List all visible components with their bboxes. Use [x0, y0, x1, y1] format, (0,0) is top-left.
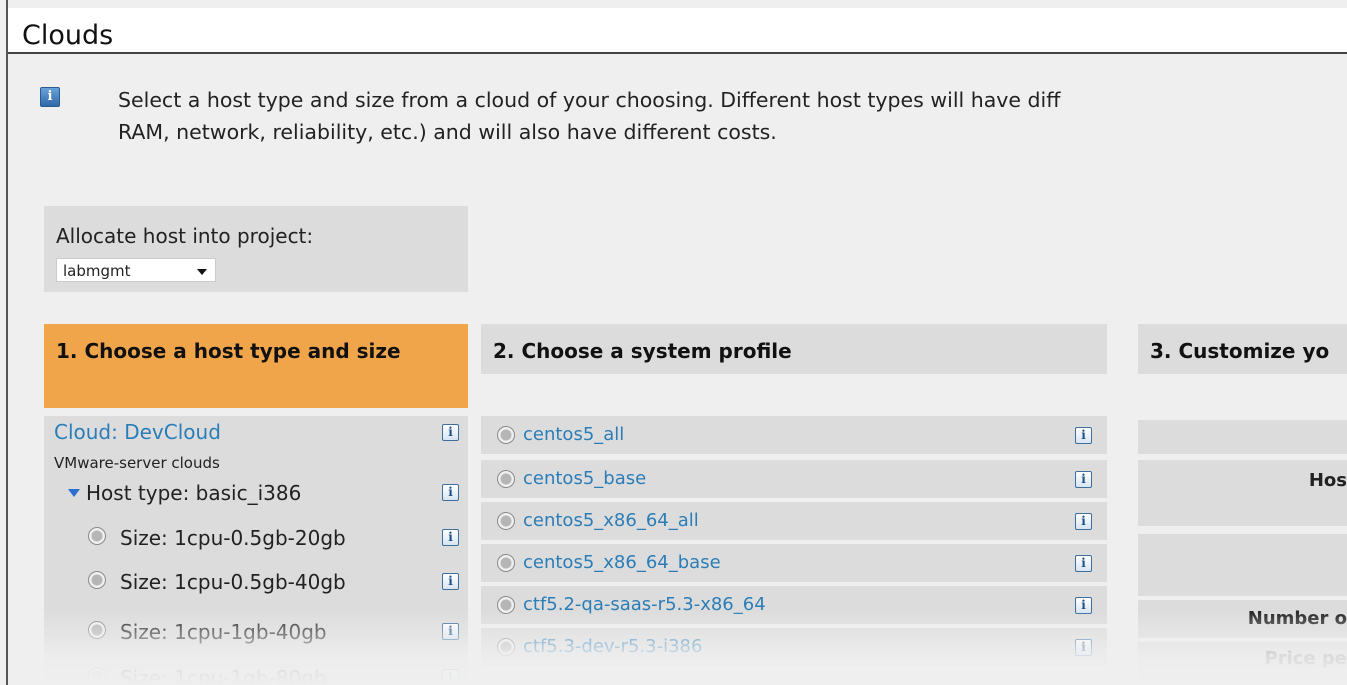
customize-row: Number o — [1138, 600, 1347, 638]
profile-label[interactable]: ctf5.2-qa-saas-r5.3-x86_64 — [523, 594, 766, 615]
host-label: Hos — [1308, 470, 1347, 491]
title-bar: Clouds — [8, 8, 1347, 54]
profile-option[interactable]: centos5_all i — [481, 416, 1107, 454]
size-option[interactable]: Size: 1cpu-1gb-40gb i — [88, 614, 459, 654]
size-option[interactable]: Size: 1cpu-0.5gb-20gb i — [88, 520, 459, 560]
info-text-line-2: RAM, network, reliability, etc.) and wil… — [118, 120, 777, 144]
window-border-left — [6, 0, 8, 685]
profile-label[interactable]: centos5_x86_64_all — [523, 510, 699, 531]
size-info-icon[interactable]: i — [442, 623, 459, 640]
profile-radio[interactable] — [497, 596, 515, 614]
profile-radio[interactable] — [497, 470, 515, 488]
profile-label[interactable]: centos5_all — [523, 424, 624, 445]
profile-option[interactable]: centos5_x86_64_all i — [481, 502, 1107, 540]
size-label: Size: 1cpu-1gb-40gb — [120, 620, 327, 644]
customize-row — [1138, 420, 1347, 454]
page-title: Clouds — [22, 20, 114, 51]
profile-option[interactable]: ctf5.2-qa-saas-r5.3-x86_64 i — [481, 586, 1107, 624]
size-radio[interactable] — [88, 667, 106, 685]
project-select[interactable]: labmgmt — [56, 258, 216, 282]
info-icon: i — [40, 87, 60, 107]
customize-row: Hos — [1138, 460, 1347, 526]
project-select-value: labmgmt — [63, 262, 131, 280]
size-radio[interactable] — [88, 571, 106, 589]
profile-info-icon[interactable]: i — [1075, 597, 1092, 614]
size-info-icon[interactable]: i — [442, 529, 459, 546]
customize-row: Price pe — [1138, 642, 1347, 685]
size-info-icon[interactable]: i — [442, 669, 459, 685]
number-label: Number o — [1247, 608, 1347, 629]
profile-info-icon[interactable]: i — [1075, 513, 1092, 530]
host-type-info-icon[interactable]: i — [442, 484, 459, 501]
profile-label[interactable]: centos5_x86_64_base — [523, 552, 721, 573]
profile-label[interactable]: ctf5.3-dev-r5.3-i386 — [523, 636, 702, 657]
customize-row — [1138, 534, 1347, 596]
profile-option[interactable]: centos5_x86_64_base i — [481, 544, 1107, 582]
profile-label[interactable]: centos5_base — [523, 468, 646, 489]
size-option[interactable]: Size: 1cpu-1gb-80gb i — [88, 660, 459, 685]
size-info-icon[interactable]: i — [442, 573, 459, 590]
profile-info-icon[interactable]: i — [1075, 471, 1092, 488]
size-radio[interactable] — [88, 527, 106, 545]
profile-radio[interactable] — [497, 426, 515, 444]
profile-option[interactable]: centos5_base i — [481, 460, 1107, 498]
clouds-page: Clouds i Select a host type and size fro… — [0, 0, 1347, 685]
cloud-subtitle: VMware-server clouds — [54, 454, 220, 472]
project-allocation-box: Allocate host into project: labmgmt — [44, 206, 468, 292]
cloud-info-icon[interactable]: i — [442, 424, 459, 441]
info-text-line-1: Select a host type and size from a cloud… — [118, 88, 1061, 112]
profile-radio[interactable] — [497, 554, 515, 572]
size-label: Size: 1cpu-0.5gb-20gb — [120, 526, 346, 550]
triangle-down-icon — [68, 489, 80, 497]
project-label: Allocate host into project: — [56, 224, 314, 248]
size-label: Size: 1cpu-1gb-80gb — [120, 666, 327, 685]
host-type-list: Cloud: DevCloud i VMware-server clouds H… — [44, 416, 468, 685]
size-label: Size: 1cpu-0.5gb-40gb — [120, 570, 346, 594]
profile-info-icon[interactable]: i — [1075, 555, 1092, 572]
profile-radio[interactable] — [497, 512, 515, 530]
step-1-header: 1. Choose a host type and size — [44, 324, 468, 408]
profile-info-icon[interactable]: i — [1075, 427, 1092, 444]
step-2-header: 2. Choose a system profile — [481, 324, 1107, 374]
price-label: Price pe — [1264, 648, 1347, 669]
size-option[interactable]: Size: 1cpu-0.5gb-40gb i — [88, 564, 459, 604]
profile-info-icon[interactable]: i — [1075, 639, 1092, 656]
profile-radio[interactable] — [497, 638, 515, 656]
cloud-name-link[interactable]: Cloud: DevCloud — [54, 420, 221, 444]
size-radio[interactable] — [88, 621, 106, 639]
chevron-down-icon — [197, 269, 207, 275]
profile-option[interactable]: ctf5.3-dev-r5.3-i386 i — [481, 628, 1107, 666]
host-type-label: Host type: basic_i386 — [86, 481, 302, 505]
step-3-header: 3. Customize yo — [1138, 324, 1347, 374]
